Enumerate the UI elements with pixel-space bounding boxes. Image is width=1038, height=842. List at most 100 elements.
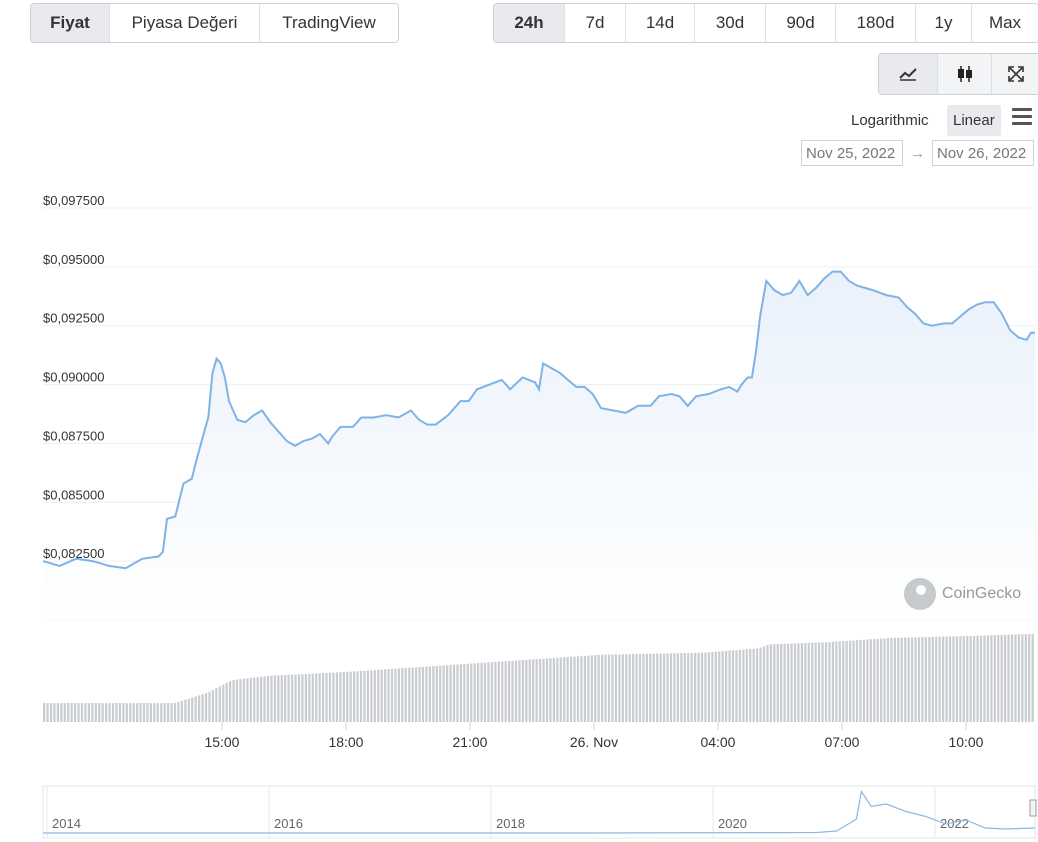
volume-bar [852, 640, 855, 722]
volume-bar [924, 637, 928, 722]
volume-bar [332, 672, 335, 722]
y-axis-labels: $0,097500 $0,095000 $0,092500 $0,090000 $0,0… [43, 193, 104, 620]
volume-bar [297, 674, 301, 722]
volume-bar [111, 703, 115, 722]
volume-bar [242, 678, 246, 722]
volume-bar [142, 703, 146, 722]
volume-bar [43, 703, 46, 722]
volume-bar [886, 638, 890, 722]
volume-bar [594, 655, 597, 722]
y-tick-label: $0,090000 [43, 370, 104, 385]
volume-bar [652, 653, 655, 722]
volume-bar [638, 653, 642, 722]
volume-bar [583, 655, 587, 722]
volume-bar [769, 644, 773, 722]
volume-bar [845, 640, 848, 722]
volume-bar [804, 643, 807, 722]
price-chart[interactable]: $0,097500 $0,095000 $0,092500 $0,090000 $0,0… [0, 0, 1038, 842]
volume-bar [56, 703, 60, 722]
volume-bar [931, 636, 934, 722]
volume-bar [818, 642, 821, 722]
volume-bar [201, 694, 204, 722]
volume-bar [170, 703, 173, 722]
volume-bar [559, 657, 562, 722]
volume-bar [222, 684, 225, 722]
volume-bar [687, 653, 690, 722]
volume-bar [508, 660, 511, 722]
navigator-handle[interactable] [1029, 799, 1037, 817]
volume-bar [539, 658, 542, 722]
volume-bar [532, 659, 535, 722]
volume-bar [780, 643, 783, 722]
y-tick-label: $0,095000 [43, 252, 104, 267]
volume-bar [725, 650, 728, 722]
volume-bar [204, 693, 208, 722]
volume-bar [649, 653, 652, 722]
volume-bar [318, 673, 321, 722]
x-axis-labels: 15:00 18:00 21:00 26. Nov 04:00 07:00 10:00 [204, 722, 984, 750]
volume-bar [935, 636, 938, 722]
volume-bar [408, 667, 411, 722]
volume-bar [828, 642, 831, 722]
volume-bar [762, 646, 766, 722]
volume-bar [260, 676, 263, 722]
volume-bar [418, 667, 421, 722]
volume-bar [125, 703, 128, 722]
volume-bar [339, 672, 342, 722]
volume-bar [229, 681, 232, 722]
volume-bar [463, 664, 466, 722]
volume-bar [353, 671, 356, 722]
volume-bar [604, 654, 607, 722]
volume-bar [452, 664, 456, 722]
volume-bar [308, 673, 311, 722]
volume-bar [511, 660, 514, 722]
volume-bar [291, 674, 294, 722]
volume-bar [1014, 634, 1017, 722]
volume-bar [966, 636, 969, 722]
volume-bar [194, 696, 197, 722]
volume-bar [632, 654, 635, 722]
volume-bar [814, 642, 817, 722]
volume-bar [976, 635, 979, 722]
volume-bar [776, 644, 779, 722]
volume-bar [487, 662, 490, 722]
volume-bar [993, 635, 996, 722]
navigator-year-label: 2020 [718, 816, 747, 831]
volume-bar [738, 649, 742, 722]
volume-bar [67, 703, 70, 722]
volume-bar [184, 699, 187, 722]
volume-bar [514, 660, 518, 722]
volume-bar [456, 664, 459, 722]
volume-bar [253, 677, 256, 722]
volume-bar [742, 649, 745, 722]
volume-bar [697, 652, 700, 722]
volume-bar [105, 703, 108, 722]
volume-bar [883, 638, 886, 722]
volume-bar [101, 703, 104, 722]
volume-bar [704, 652, 707, 722]
navigator-year-label: 2018 [496, 816, 525, 831]
volume-bar [601, 654, 604, 722]
volume-bar [979, 635, 983, 722]
volume-bar [1021, 634, 1024, 722]
volume-bar [87, 703, 91, 722]
volume-bar [673, 653, 676, 722]
volume-bar [359, 671, 363, 722]
volume-bar [53, 703, 56, 722]
volume-bar [74, 703, 77, 722]
volume-bar [842, 641, 845, 722]
volume-bar [132, 703, 135, 722]
volume-bar [180, 700, 184, 722]
volume-bar [590, 655, 593, 722]
volume-bar [749, 649, 752, 722]
volume-bar [683, 653, 686, 722]
volume-bar [342, 672, 345, 722]
volume-bar [962, 636, 965, 722]
volume-bar [404, 667, 407, 722]
navigator[interactable]: 2014 2016 2018 2020 2022 [42, 785, 1037, 839]
volume-bar [442, 665, 445, 722]
volume-bar [239, 679, 242, 722]
volume-bar [435, 665, 438, 722]
volume-bar [473, 663, 476, 722]
volume-bar [990, 635, 993, 722]
